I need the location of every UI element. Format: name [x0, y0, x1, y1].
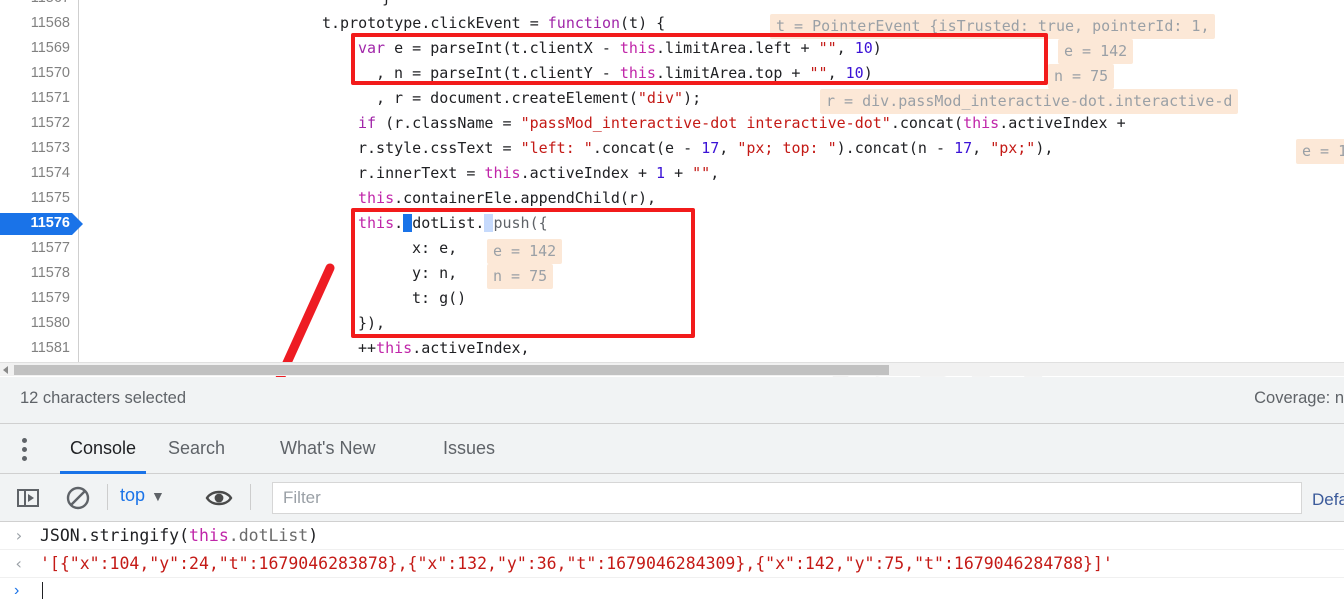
line-number: 11568	[30, 15, 70, 31]
code-line[interactable]: 11578 y: n, n = 75	[0, 261, 1344, 290]
line-number: 11580	[30, 315, 70, 331]
code-text: x: e,	[412, 239, 458, 257]
scroll-left-arrow-icon[interactable]	[3, 366, 8, 374]
prompt-chevron-icon: ›	[14, 582, 20, 599]
code-line[interactable]: 11571 , r = document.createElement("div"…	[0, 86, 1344, 115]
console-prompt[interactable]: ›	[0, 578, 1344, 603]
log-levels-dropdown[interactable]: Default levels	[1312, 490, 1344, 510]
code-text: this. dotList. push({	[358, 214, 548, 232]
code-line[interactable]: 11568 t.prototype.clickEvent = function(…	[0, 11, 1344, 40]
tab-console-label: Console	[69, 438, 137, 458]
line-number: 11570	[30, 65, 70, 81]
devtools-window: 火焰虫 火焰虫 火焰虫 11567 } 11568 t.prototype.cl…	[0, 0, 1344, 603]
code-line[interactable]: 11577 x: e, e = 142	[0, 236, 1344, 265]
chevron-down-icon: ▼	[151, 488, 165, 504]
code-text: }	[382, 0, 391, 11]
editor-status-bar: 12 characters selected Coverage: n	[0, 377, 1344, 424]
tab-whats-new-label: What's New	[280, 438, 376, 458]
toolbar-divider	[250, 484, 251, 510]
line-number: 11581	[30, 340, 70, 356]
coverage-status-text[interactable]: Coverage: n	[1254, 389, 1344, 408]
line-number: 11574	[30, 165, 70, 181]
console-message-list: › JSON.stringify(this.dotList) ‹ '[{"x":…	[0, 522, 1344, 603]
code-line[interactable]: 11574 r.innerText = this.activeIndex + 1…	[0, 161, 1344, 186]
code-line[interactable]: 11569 var e = parseInt(t.clientX - this.…	[0, 36, 1344, 65]
line-number: 11579	[30, 290, 70, 306]
text-caret	[42, 582, 43, 599]
selected-text	[403, 214, 413, 232]
tab-issues[interactable]: Issues	[443, 424, 495, 474]
editor-horizontal-scrollbar[interactable]	[0, 362, 1344, 376]
code-line[interactable]: 11575 this.containerEle.appendChild(r),	[0, 186, 1344, 211]
console-toolbar: top ▼ Default levels	[0, 474, 1344, 522]
scrollbar-thumb[interactable]	[14, 365, 889, 375]
code-line[interactable]: 11570 , n = parseInt(t.clientY - this.li…	[0, 61, 1344, 90]
show-console-sidebar-icon[interactable]	[14, 484, 42, 517]
tab-whats-new[interactable]: What's New	[280, 424, 375, 474]
line-number: 11575	[30, 190, 70, 206]
console-input-text: JSON.stringify(this.dotList)	[40, 526, 319, 545]
execution-context-selector[interactable]: top ▼	[120, 485, 165, 506]
tab-search-label: Search	[168, 438, 226, 458]
clear-console-icon[interactable]	[64, 484, 92, 517]
code-text: t.prototype.clickEvent = function(t) {	[322, 14, 666, 32]
code-line[interactable]: 11572 if (r.className = "passMod_interac…	[0, 111, 1344, 136]
code-text: if (r.className = "passMod_interactive-d…	[358, 114, 1126, 132]
code-line[interactable]: 11581 ++this.activeIndex,	[0, 336, 1344, 361]
line-number: 11572	[30, 115, 70, 131]
sources-code-editor[interactable]: 11567 } 11568 t.prototype.clickEvent = f…	[0, 0, 1344, 362]
code-line[interactable]: 11573 r.style.cssText = "left: ".concat(…	[0, 136, 1344, 165]
console-filter-box[interactable]	[272, 482, 1302, 514]
line-number: 11571	[30, 90, 70, 106]
tab-issues-label: Issues	[443, 438, 496, 458]
line-number: 11577	[30, 240, 70, 256]
selection-status-text: 12 characters selected	[20, 389, 187, 407]
code-line[interactable]: 11579 t: g()	[0, 286, 1344, 311]
code-text: }),	[358, 314, 386, 332]
line-number: 11573	[30, 140, 70, 156]
console-result-text: '[{"x":104,"y":24,"t":1679046283878},{"x…	[40, 554, 1113, 573]
line-number: 11569	[30, 40, 70, 56]
line-number: 11567	[0, 0, 70, 11]
code-line[interactable]: 11567 }	[0, 0, 1344, 11]
code-text: var e = parseInt(t.clientX - this.limitA…	[358, 39, 882, 57]
console-input-message[interactable]: › JSON.stringify(this.dotList)	[0, 522, 1344, 550]
execution-context-value: top	[120, 485, 146, 505]
console-result-message[interactable]: ‹ '[{"x":104,"y":24,"t":1679046283878},{…	[0, 550, 1344, 578]
create-live-expression-icon[interactable]	[204, 484, 234, 517]
code-line-active[interactable]: 11576 this. dotList. push({	[0, 211, 1344, 236]
code-text: r.style.cssText = "left: ".concat(e - 17…	[358, 139, 1054, 157]
code-line[interactable]: 11580 }),	[0, 311, 1344, 336]
line-number: 11578	[30, 265, 70, 281]
kebab-menu-icon[interactable]	[22, 438, 27, 461]
drawer-tab-bar: Console Search What's New Issues	[0, 424, 1344, 474]
tab-console[interactable]: Console	[60, 424, 146, 474]
filter-input[interactable]	[273, 483, 1301, 513]
tab-search[interactable]: Search	[168, 424, 225, 474]
result-chevron-icon: ‹	[14, 554, 24, 573]
input-chevron-icon: ›	[14, 526, 24, 545]
code-text: t: g()	[412, 289, 467, 307]
code-text: r.innerText = this.activeIndex + 1 + "",	[358, 164, 720, 182]
code-text: , r = document.createElement("div");	[376, 89, 702, 107]
line-number: 11576	[30, 215, 70, 231]
code-text: ++this.activeIndex,	[358, 339, 530, 357]
toolbar-divider	[107, 484, 108, 510]
code-text: y: n,	[412, 264, 458, 282]
code-text: , n = parseInt(t.clientY - this.limitAre…	[376, 64, 873, 82]
code-text: this.containerEle.appendChild(r),	[358, 189, 657, 207]
